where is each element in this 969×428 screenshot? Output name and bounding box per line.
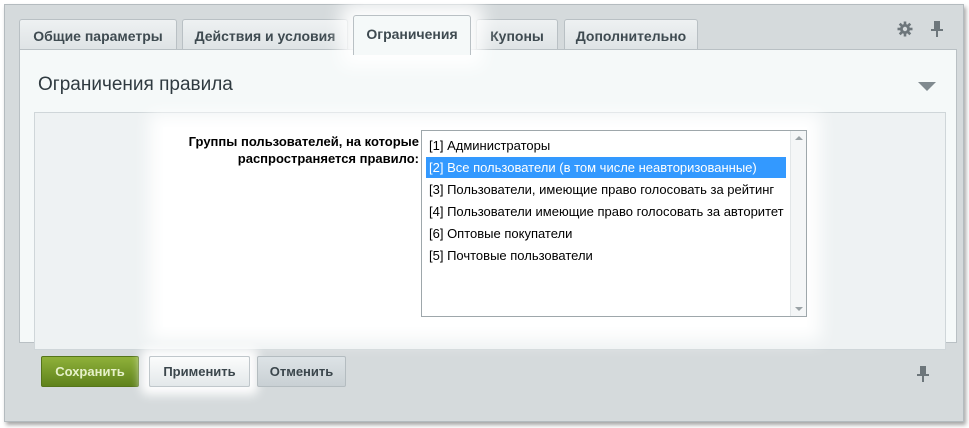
- panel-title: Ограничения правила: [38, 74, 233, 95]
- gear-icon[interactable]: [897, 21, 913, 42]
- scroll-up-arrow-icon[interactable]: [795, 136, 803, 140]
- pin-icon[interactable]: [931, 20, 943, 43]
- user-groups-label: Группы пользователей, на которые распрос…: [159, 133, 419, 167]
- user-groups-label-line1: Группы пользователей, на которые: [188, 134, 419, 149]
- restrictions-form: Группы пользователей, на которые распрос…: [34, 112, 946, 350]
- rule-edit-window: Общие параметры Действия и условия Огран…: [4, 4, 964, 422]
- user-group-option[interactable]: [4] Пользователи имеющие право голосоват…: [426, 201, 786, 222]
- user-group-option[interactable]: [1] Администраторы: [426, 135, 786, 156]
- tab-additional[interactable]: Дополнительно: [564, 19, 698, 52]
- footer-pin-icon[interactable]: [917, 365, 929, 388]
- tab-bar: Общие параметры Действия и условия Огран…: [19, 15, 959, 55]
- tab-restrictions[interactable]: Ограничения: [353, 15, 471, 55]
- triangle-down-icon[interactable]: [918, 82, 936, 91]
- apply-button[interactable]: Применить: [149, 356, 250, 387]
- user-group-option-selected[interactable]: [2] Все пользователи (в том числе неавто…: [426, 157, 786, 178]
- tab-general[interactable]: Общие параметры: [19, 19, 177, 52]
- user-groups-label-line2: распространяется правило:: [237, 151, 419, 166]
- user-group-option[interactable]: [3] Пользователи, имеющие право голосова…: [426, 179, 786, 200]
- user-groups-listbox[interactable]: [1] Администраторы [2] Все пользователи …: [421, 130, 807, 317]
- user-group-option[interactable]: [6] Оптовые покупатели: [426, 223, 786, 244]
- user-group-option[interactable]: [5] Почтовые пользователи: [426, 245, 786, 266]
- tab-coupons[interactable]: Купоны: [476, 19, 558, 52]
- tab-actions-conditions[interactable]: Действия и условия: [182, 19, 348, 52]
- save-button[interactable]: Сохранить: [41, 356, 139, 387]
- scroll-down-arrow-icon[interactable]: [795, 307, 803, 311]
- cancel-button[interactable]: Отменить: [257, 356, 346, 387]
- restrictions-panel: Ограничения правила Группы пользователей…: [19, 49, 957, 350]
- listbox-scrollbar[interactable]: [790, 131, 806, 316]
